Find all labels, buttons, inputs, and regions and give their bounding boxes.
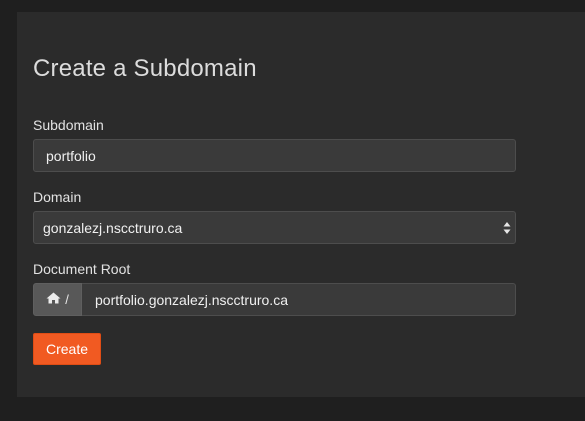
document-root-prefix: / — [33, 283, 82, 316]
domain-select-value: gonzalezj.nscctruro.ca — [43, 220, 183, 236]
home-icon — [46, 292, 61, 307]
subdomain-label: Subdomain — [33, 117, 104, 133]
select-arrows-icon — [503, 221, 511, 235]
domain-label: Domain — [33, 189, 82, 205]
document-root-group: / — [33, 283, 516, 316]
document-root-prefix-slash: / — [65, 292, 69, 307]
panel-title: Create a Subdomain — [33, 55, 257, 82]
document-root-input[interactable] — [82, 283, 516, 316]
document-root-label: Document Root — [33, 261, 131, 277]
subdomain-input[interactable] — [33, 139, 516, 172]
create-subdomain-panel: Create a Subdomain Subdomain Domain gonz… — [17, 12, 585, 397]
domain-select[interactable]: gonzalezj.nscctruro.ca — [33, 211, 516, 244]
create-button[interactable]: Create — [33, 333, 101, 365]
